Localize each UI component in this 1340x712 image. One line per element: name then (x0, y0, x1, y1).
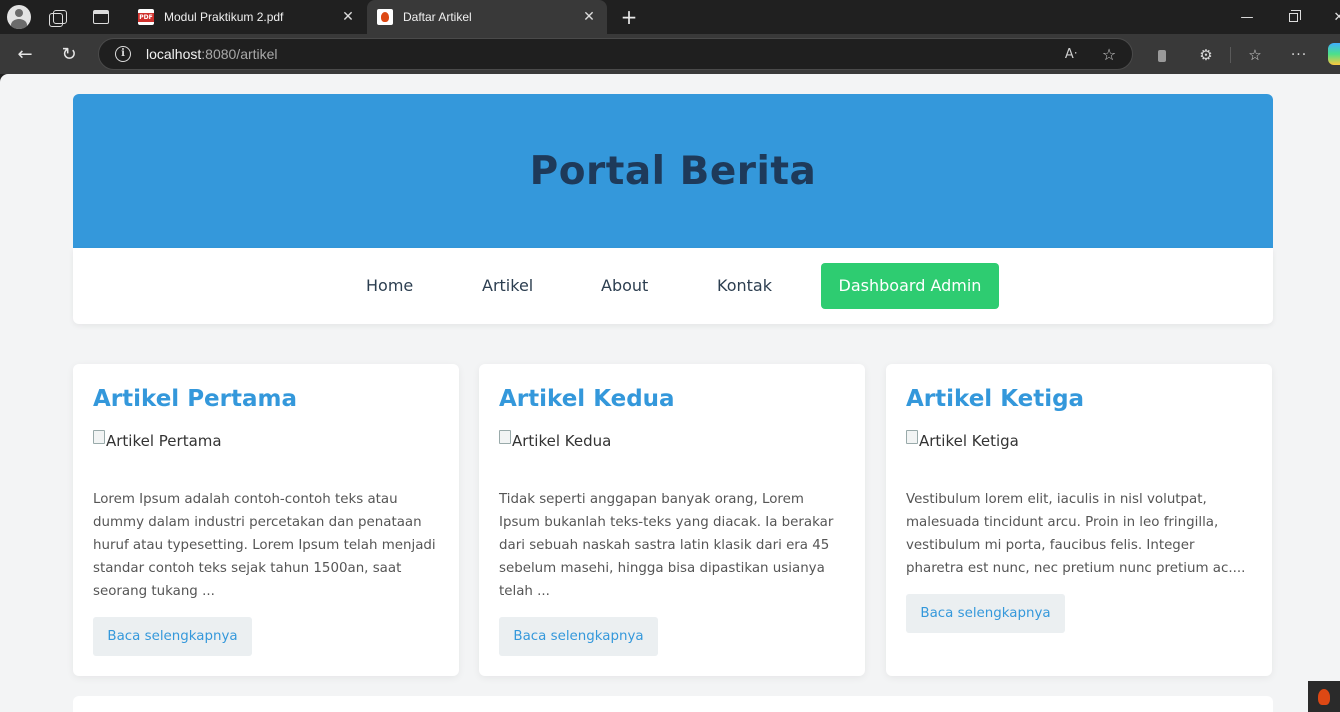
read-aloud-icon[interactable]: Aᐧ (1061, 45, 1081, 65)
site-header: Portal Berita (73, 94, 1273, 248)
address-bar[interactable]: i localhost:8080/artikel Aᐧ ☆ (98, 38, 1133, 70)
article-card: Artikel Pertama Artikel Pertama Lorem Ip… (73, 364, 459, 676)
article-excerpt: Vestibulum lorem elit, iaculis in nisl v… (906, 492, 1246, 576)
site-title: Portal Berita (529, 148, 817, 194)
next-section-card (73, 696, 1273, 712)
read-more-button[interactable]: Baca selengkapnya (906, 594, 1065, 633)
copilot-icon[interactable] (1328, 43, 1340, 65)
codeigniter-debug-toolbar-icon[interactable] (1308, 681, 1340, 712)
toolbar-divider (1230, 47, 1231, 63)
profile-avatar-icon[interactable] (6, 5, 32, 29)
extension-icon[interactable] (1151, 44, 1173, 66)
dashboard-admin-button[interactable]: Dashboard Admin (821, 263, 999, 309)
broken-image-icon (499, 430, 511, 444)
tab-title: Modul Praktikum 2.pdf (164, 10, 284, 24)
site-info-icon[interactable]: i (115, 46, 131, 62)
codeigniter-flame-icon (377, 9, 393, 25)
favorites-list-icon[interactable]: ☆ (1244, 44, 1266, 66)
reload-icon[interactable]: ↻ (55, 40, 83, 68)
back-arrow-icon[interactable]: ← (11, 40, 39, 68)
article-card: Artikel Ketiga Artikel Ketiga Vestibulum… (886, 364, 1272, 676)
close-tab-icon[interactable]: ✕ (581, 9, 597, 25)
browser-tab-daftar-artikel[interactable]: Daftar Artikel ✕ (367, 0, 607, 34)
pdf-icon: PDF (138, 9, 154, 25)
nav-link-kontak[interactable]: Kontak (717, 263, 772, 309)
restore-window-icon[interactable] (1270, 0, 1316, 34)
more-menu-icon[interactable]: ··· (1288, 44, 1310, 66)
main-navigation: Home Artikel About Kontak Dashboard Admi… (73, 248, 1273, 324)
nav-link-about[interactable]: About (601, 263, 648, 309)
image-alt-text: Artikel Ketiga (919, 432, 1019, 450)
article-title-link[interactable]: Artikel Ketiga (906, 386, 1084, 412)
workspaces-icon[interactable] (47, 5, 73, 29)
read-more-button[interactable]: Baca selengkapnya (499, 617, 658, 656)
browser-tab-strip: PDF Modul Praktikum 2.pdf ✕ Daftar Artik… (0, 0, 1340, 34)
tab-title: Daftar Artikel (403, 10, 472, 24)
close-window-icon[interactable]: ✕ (1316, 0, 1340, 34)
extensions-puzzle-icon[interactable]: ⚙ (1195, 44, 1217, 66)
page-viewport: Portal Berita Home Artikel About Kontak … (0, 74, 1340, 712)
browser-toolbar: ← ↻ i localhost:8080/artikel Aᐧ ☆ ⚙ ☆ ··… (0, 34, 1340, 74)
image-alt-text: Artikel Kedua (512, 432, 612, 450)
article-excerpt: Tidak seperti anggapan banyak orang, Lor… (499, 492, 834, 599)
article-image: Artikel Ketiga (906, 430, 1019, 450)
tab-actions-icon[interactable] (88, 5, 114, 29)
article-title-link[interactable]: Artikel Kedua (499, 386, 675, 412)
browser-tab-pdf[interactable]: PDF Modul Praktikum 2.pdf ✕ (128, 0, 366, 34)
broken-image-icon (906, 430, 918, 444)
article-image: Artikel Pertama (93, 430, 222, 450)
article-excerpt: Lorem Ipsum adalah contoh-contoh teks at… (93, 492, 436, 599)
new-tab-plus-icon[interactable]: + (617, 5, 641, 29)
nav-link-home[interactable]: Home (366, 263, 413, 309)
read-more-button[interactable]: Baca selengkapnya (93, 617, 252, 656)
minimize-window-icon[interactable]: — (1224, 0, 1270, 34)
nav-link-artikel[interactable]: Artikel (482, 263, 533, 309)
article-card: Artikel Kedua Artikel Kedua Tidak sepert… (479, 364, 865, 676)
url-text[interactable]: localhost:8080/artikel (146, 46, 278, 62)
image-alt-text: Artikel Pertama (106, 432, 222, 450)
broken-image-icon (93, 430, 105, 444)
article-image: Artikel Kedua (499, 430, 612, 450)
article-title-link[interactable]: Artikel Pertama (93, 386, 297, 412)
favorite-star-icon[interactable]: ☆ (1099, 45, 1119, 65)
close-tab-icon[interactable]: ✕ (340, 9, 356, 25)
